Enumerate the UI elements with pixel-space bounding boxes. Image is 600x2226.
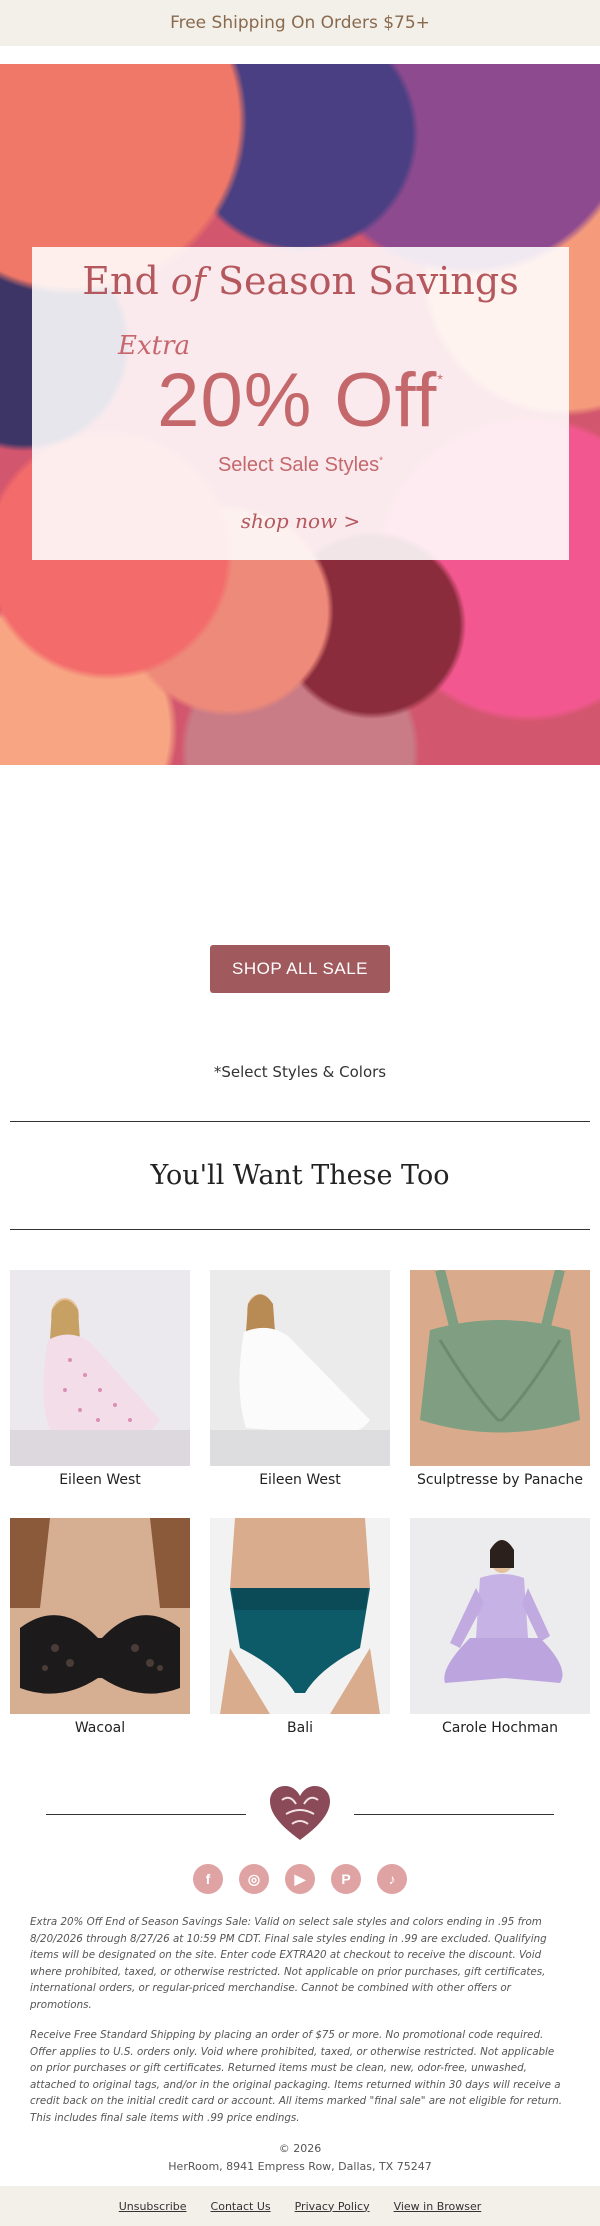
view-in-browser-link[interactable]: View in Browser bbox=[394, 2200, 482, 2213]
hero-shop-now-link[interactable]: shop now > bbox=[32, 509, 569, 533]
contact-us-link[interactable]: Contact Us bbox=[211, 2200, 271, 2213]
product-image[interactable] bbox=[210, 1518, 390, 1714]
product-name[interactable]: Bali bbox=[210, 1720, 390, 1736]
copyright-block: © 2026 HerRoom, 8941 Empress Row, Dallas… bbox=[0, 2140, 600, 2176]
hero-title: End of Season Savings bbox=[82, 259, 519, 303]
product-name[interactable]: Sculptresse by Panache bbox=[410, 1472, 590, 1488]
product-photo-brief bbox=[210, 1518, 390, 1714]
select-styles-note: *Select Styles & Colors bbox=[213, 1063, 387, 1081]
unsubscribe-link[interactable]: Unsubscribe bbox=[119, 2200, 187, 2213]
copyright: © 2026 bbox=[278, 2142, 322, 2155]
pinterest-icon[interactable]: P bbox=[331, 1864, 361, 1894]
product-photo-sports-bra bbox=[410, 1270, 590, 1466]
divider bbox=[10, 1229, 590, 1230]
product-card[interactable]: Bali bbox=[210, 1518, 390, 1736]
tiktok-icon[interactable]: ♪ bbox=[377, 1864, 407, 1894]
product-image[interactable] bbox=[410, 1518, 590, 1714]
product-name[interactable]: Eileen West bbox=[10, 1472, 190, 1488]
footer-links: Unsubscribe Contact Us Privacy Policy Vi… bbox=[0, 2186, 600, 2226]
product-name[interactable]: Wacoal bbox=[10, 1720, 190, 1736]
instagram-icon[interactable]: ◎ bbox=[239, 1864, 269, 1894]
product-photo-nightgown-pink bbox=[10, 1270, 190, 1466]
product-card[interactable]: Eileen West bbox=[10, 1270, 190, 1488]
product-image[interactable] bbox=[10, 1270, 190, 1466]
product-name[interactable]: Carole Hochman bbox=[410, 1720, 590, 1736]
product-photo-nightgown-white bbox=[210, 1270, 390, 1466]
product-card[interactable]: Carole Hochman bbox=[410, 1518, 590, 1736]
hero-discount: 20% Off* bbox=[157, 358, 444, 443]
hero-banner[interactable]: End of Season Savings Extra 20% Off* Sel… bbox=[0, 64, 600, 765]
product-photo-lace-bra bbox=[10, 1518, 190, 1714]
legal-disclaimer: Extra 20% Off End of Season Savings Sale… bbox=[0, 1914, 600, 2126]
shipping-banner[interactable]: Free Shipping On Orders $75+ bbox=[0, 0, 600, 46]
product-grid: Eileen West Eileen West Sculptresse by P… bbox=[0, 1270, 600, 1766]
section-title: You'll Want These Too bbox=[150, 1160, 450, 1191]
heart-logo-icon bbox=[270, 1786, 330, 1840]
social-links: f ◎ ▶ P ♪ bbox=[0, 1864, 600, 1894]
youtube-icon[interactable]: ▶ bbox=[285, 1864, 315, 1894]
facebook-icon[interactable]: f bbox=[193, 1864, 223, 1894]
legal-sale-terms: Extra 20% Off End of Season Savings Sale… bbox=[30, 1916, 547, 2011]
legal-shipping-terms: Receive Free Standard Shipping by placin… bbox=[30, 2029, 563, 2124]
product-card[interactable]: Sculptresse by Panache bbox=[410, 1270, 590, 1488]
product-image[interactable] bbox=[210, 1270, 390, 1466]
product-card[interactable]: Eileen West bbox=[210, 1270, 390, 1488]
shipping-banner-text: Free Shipping On Orders $75+ bbox=[170, 13, 430, 33]
product-card[interactable]: Wacoal bbox=[10, 1518, 190, 1736]
product-image[interactable] bbox=[10, 1518, 190, 1714]
shop-all-sale-button[interactable]: SHOP ALL SALE bbox=[210, 945, 390, 993]
company-address: HerRoom, 8941 Empress Row, Dallas, TX 75… bbox=[168, 2160, 432, 2173]
product-name[interactable]: Eileen West bbox=[210, 1472, 390, 1488]
heart-divider bbox=[0, 1784, 600, 1844]
hero-promo-card[interactable]: End of Season Savings Extra 20% Off* Sel… bbox=[32, 247, 569, 560]
privacy-policy-link[interactable]: Privacy Policy bbox=[295, 2200, 370, 2213]
product-image[interactable] bbox=[410, 1270, 590, 1466]
hero-subtitle: Select Sale Styles* bbox=[217, 454, 384, 476]
product-photo-lilac-pajamas bbox=[410, 1518, 590, 1714]
